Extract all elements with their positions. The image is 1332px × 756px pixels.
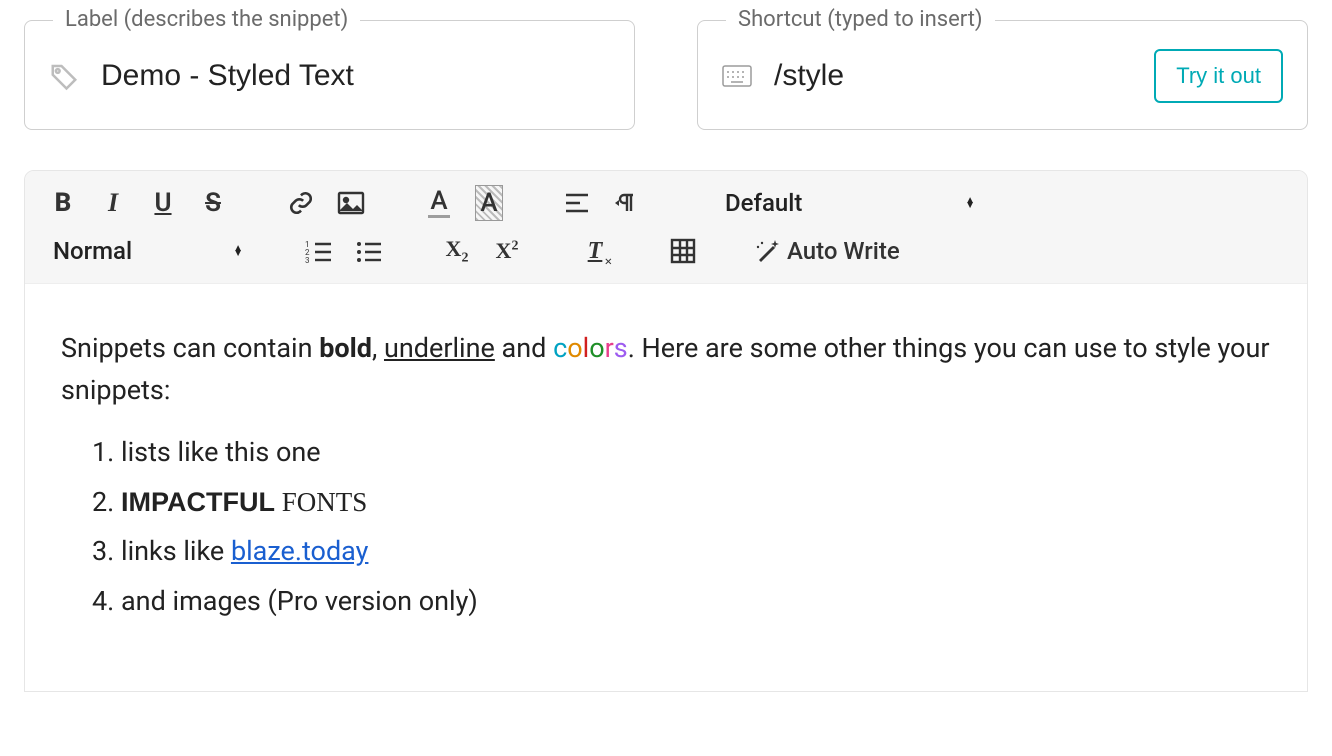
text-direction-button[interactable] xyxy=(611,185,643,221)
clear-formatting-button[interactable]: T xyxy=(579,233,611,269)
strikethrough-button[interactable]: S xyxy=(197,185,229,221)
table-button[interactable] xyxy=(667,233,699,269)
paragraph-style-value: Normal xyxy=(53,237,132,265)
font-family-select[interactable]: Default xyxy=(719,185,979,221)
highlight-button[interactable]: A xyxy=(473,185,505,221)
editor-toolbar: B I U S xyxy=(25,171,1307,284)
superscript-button[interactable]: X2 xyxy=(491,233,523,269)
paragraph-style-select[interactable]: Normal xyxy=(47,233,247,269)
text-color-button[interactable]: A xyxy=(423,185,455,221)
bold-button[interactable]: B xyxy=(47,185,79,221)
caret-icon xyxy=(965,198,973,208)
ordered-list-button[interactable]: 1 2 3 xyxy=(303,233,335,269)
align-button[interactable] xyxy=(561,185,593,221)
shortcut-input[interactable] xyxy=(772,58,1154,94)
subscript-button[interactable]: X2 xyxy=(441,233,473,269)
editor-card: B I U S xyxy=(24,170,1308,692)
shortcut-field-legend: Shortcut (typed to insert) xyxy=(726,7,995,32)
font-family-value: Default xyxy=(725,189,802,217)
caret-icon xyxy=(233,246,241,256)
bold-sample: bold xyxy=(319,332,372,364)
link-button[interactable] xyxy=(285,185,317,221)
list-item: IMPACTFUL FONTS xyxy=(121,482,1271,524)
try-it-out-button[interactable]: Try it out xyxy=(1154,49,1283,103)
unordered-list-button[interactable] xyxy=(353,233,385,269)
colors-sample: colors xyxy=(553,332,628,364)
list-item: links like blaze.today xyxy=(121,531,1271,573)
styled-list: lists like this one IMPACTFUL FONTS link… xyxy=(97,432,1271,623)
label-field-card: Label (describes the snippet) xyxy=(24,20,635,130)
svg-text:3: 3 xyxy=(305,256,310,263)
italic-button[interactable]: I xyxy=(97,185,129,221)
auto-write-label: Auto Write xyxy=(787,237,900,265)
keyboard-icon xyxy=(722,61,752,91)
intro-paragraph: Snippets can contain bold, underline and… xyxy=(61,328,1271,412)
label-input[interactable] xyxy=(99,58,610,94)
tag-icon xyxy=(49,61,79,91)
underline-sample: underline xyxy=(384,332,495,364)
editor-content[interactable]: Snippets can contain bold, underline and… xyxy=(25,284,1307,691)
underline-button[interactable]: U xyxy=(147,185,179,221)
image-button[interactable] xyxy=(335,185,367,221)
list-item: lists like this one xyxy=(121,432,1271,474)
blaze-link[interactable]: blaze.today xyxy=(231,535,369,567)
label-field-legend: Label (describes the snippet) xyxy=(53,7,360,32)
list-item: and images (Pro version only) xyxy=(121,581,1271,623)
shortcut-field-card: Shortcut (typed to insert) Try it out xyxy=(697,20,1308,130)
auto-write-button[interactable]: Auto Write xyxy=(755,233,900,269)
